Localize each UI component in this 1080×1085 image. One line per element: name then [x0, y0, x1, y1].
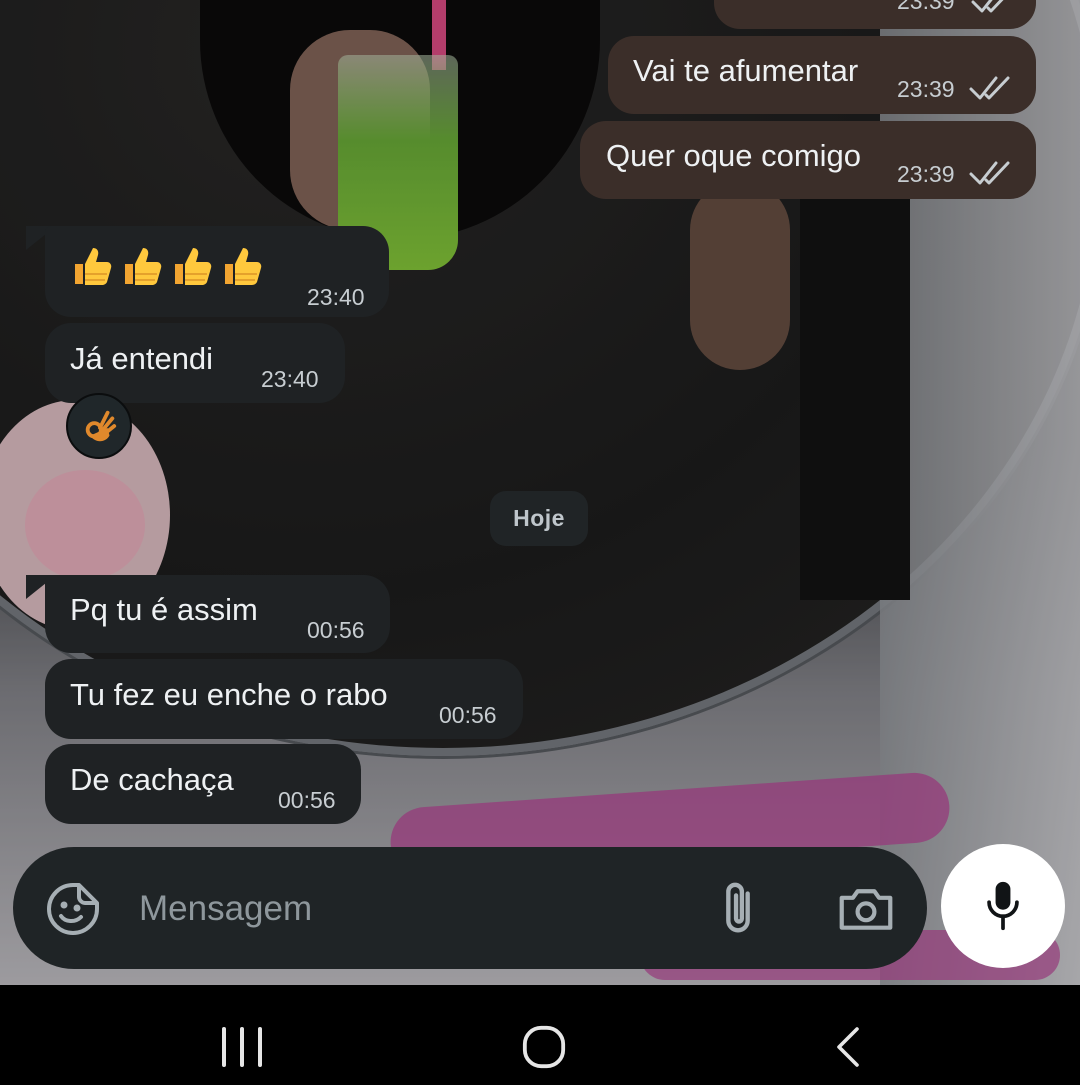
message-bubble-incoming[interactable]: Já entendi 23:40	[45, 323, 345, 403]
camera-button[interactable]	[833, 877, 899, 941]
message-time: 23:39	[897, 76, 955, 102]
date-separator: Hoje	[490, 491, 588, 546]
message-time: 00:56	[307, 617, 365, 643]
paperclip-icon	[726, 882, 750, 933]
message-bubble-incoming[interactable]: Tu fez eu enche o rabo 00:56	[45, 659, 523, 739]
message-text: Quer oque comigo	[606, 138, 862, 173]
sticker-button[interactable]	[43, 879, 103, 939]
message-bubble-outgoing[interactable]: 23:39	[714, 0, 1036, 29]
microphone-icon	[987, 881, 1019, 931]
message-text: Já entendi	[70, 341, 214, 376]
thumbs-up-icon	[225, 248, 262, 285]
message-bubble-incoming[interactable]: Pq tu é assim 00:56	[45, 575, 390, 653]
message-time: 00:56	[278, 787, 336, 813]
voice-record-button[interactable]	[941, 844, 1065, 968]
message-time: 23:40	[307, 284, 365, 310]
message-time: 00:56	[439, 702, 497, 728]
message-text: Tu fez eu enche o rabo	[70, 677, 388, 712]
home-icon	[522, 1025, 566, 1069]
thumbs-up-icon	[75, 248, 112, 285]
back-icon	[837, 1027, 859, 1067]
thumbs-up-emoji-row	[71, 244, 263, 288]
thumbs-up-icon	[175, 248, 212, 285]
sticker-icon	[47, 883, 99, 935]
home-button[interactable]	[504, 1007, 584, 1085]
message-bubble-outgoing[interactable]: Vai te afumentar 23:39	[608, 36, 1036, 114]
message-text: Vai te afumentar	[633, 53, 859, 88]
message-time: 23:39	[897, 161, 955, 187]
attach-button[interactable]	[709, 877, 767, 941]
message-composer	[13, 847, 927, 969]
recent-apps-icon	[222, 1027, 262, 1067]
message-bubble-incoming[interactable]: 👍👍👍👍 23:40	[45, 226, 389, 317]
camera-icon	[839, 889, 893, 930]
message-reaction[interactable]: 👌	[66, 393, 132, 459]
message-text: Pq tu é assim	[70, 592, 258, 627]
message-input[interactable]	[137, 877, 681, 941]
double-check-icon	[969, 161, 1010, 185]
message-bubble-incoming[interactable]: De cachaça 00:56	[45, 744, 361, 824]
double-check-icon	[969, 76, 1010, 100]
recent-apps-button[interactable]	[202, 1007, 282, 1085]
ok-hand-icon	[85, 410, 117, 442]
thumbs-up-icon	[125, 248, 162, 285]
message-bubble-outgoing[interactable]: Quer oque comigo 23:39	[580, 121, 1036, 199]
system-navigation-bar	[0, 985, 1080, 1085]
back-button[interactable]	[808, 1007, 888, 1085]
double-check-icon	[971, 0, 1004, 13]
message-time: 23:39	[897, 0, 955, 14]
message-text: De cachaça	[70, 762, 234, 797]
message-time: 23:40	[261, 366, 319, 392]
